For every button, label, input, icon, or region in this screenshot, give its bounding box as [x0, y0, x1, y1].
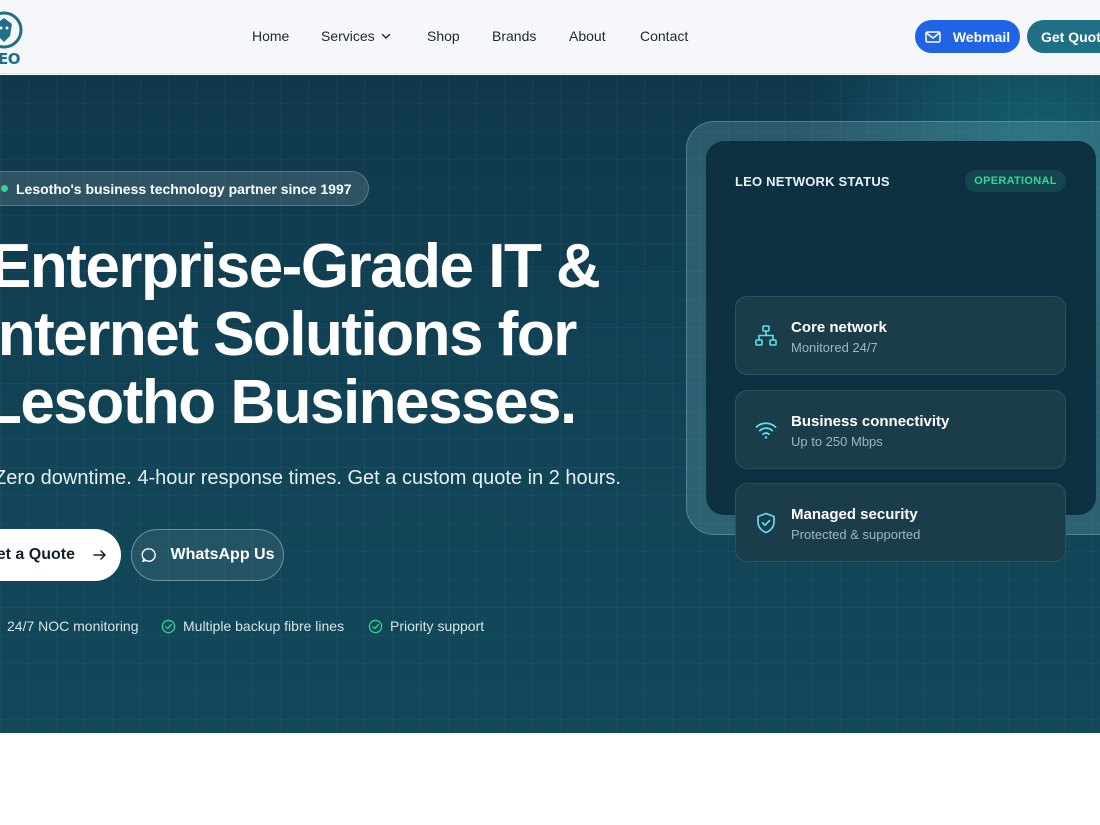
headline-line-2: Internet Solutions for	[0, 300, 577, 369]
row-title: Managed security	[791, 506, 918, 523]
headline-line-1: Enterprise-Grade IT &	[0, 232, 601, 301]
feature-noc-label: 24/7 NOC monitoring	[7, 618, 139, 634]
feature-noc: 24/7 NOC monitoring	[7, 618, 139, 634]
row-title: Business connectivity	[791, 413, 950, 430]
row-subtitle: Up to 250 Mbps	[791, 434, 883, 449]
get-a-quote-button[interactable]: Get a Quote	[0, 529, 121, 581]
feature-backup-fibre: Multiple backup fibre lines	[161, 618, 344, 634]
lion-icon	[0, 11, 23, 49]
mail-icon	[925, 30, 941, 43]
feature-priority-support: Priority support	[368, 618, 484, 634]
tagline-text: Lesotho's business technology partner si…	[16, 180, 352, 197]
nav-brands[interactable]: Brands	[492, 28, 536, 44]
headline-line-3: Lesotho Businesses.	[0, 368, 577, 437]
check-circle-icon	[161, 619, 176, 633]
status-row-business-connectivity: Business connectivity Up to 250 Mbps	[735, 390, 1066, 469]
nav-services[interactable]: Services	[321, 28, 391, 44]
webmail-button[interactable]: Webmail	[915, 20, 1020, 53]
network-icon	[755, 325, 777, 346]
tagline-pill: Lesotho's business technology partner si…	[0, 171, 369, 206]
nav-home-label: Home	[252, 28, 290, 44]
hero-subline: Zero downtime. 4-hour response times. Ge…	[0, 467, 621, 489]
status-badge: OPERATIONAL	[965, 170, 1066, 192]
check-circle-icon	[368, 619, 383, 633]
whatsapp-label: WhatsApp Us	[170, 546, 275, 563]
site-logo[interactable]: EO	[0, 10, 26, 64]
status-row-managed-security: Managed security Protected & supported	[735, 483, 1066, 562]
row-subtitle: Monitored 24/7	[791, 340, 878, 355]
status-row-core-network: Core network Monitored 24/7	[735, 296, 1066, 375]
site-header: EO Home Services Shop Brands About Conta…	[0, 0, 1100, 74]
hero-headline: Enterprise-Grade IT & Internet Solutions…	[0, 233, 670, 437]
nav-about[interactable]: About	[569, 28, 606, 44]
row-subtitle: Protected & supported	[791, 527, 921, 542]
nav-contact[interactable]: Contact	[640, 28, 688, 44]
arrow-right-icon	[93, 550, 106, 560]
feature-priority-support-label: Priority support	[390, 618, 485, 634]
nav-about-label: About	[569, 28, 606, 44]
chat-bubble-icon	[141, 548, 156, 563]
webmail-label: Webmail	[952, 28, 1011, 45]
shield-check-icon	[757, 512, 775, 534]
row-title: Core network	[791, 319, 887, 336]
status-dot-icon	[1, 185, 8, 192]
feature-backup-fibre-label: Multiple backup fibre lines	[183, 618, 345, 634]
nav-contact-label: Contact	[640, 28, 689, 44]
nav-home[interactable]: Home	[252, 28, 289, 44]
nav-shop-label: Shop	[427, 28, 460, 44]
get-a-quote-label: Get a Quote	[0, 546, 75, 563]
chevron-down-icon	[381, 33, 390, 39]
status-card-title: LEO NETWORK STATUS	[735, 174, 890, 189]
nav-shop[interactable]: Shop	[427, 28, 460, 44]
nav-brands-label: Brands	[492, 28, 537, 44]
logo-text: EO	[0, 50, 21, 64]
page-content-below-hero	[0, 733, 1100, 825]
whatsapp-button[interactable]: WhatsApp Us	[131, 529, 284, 581]
header-get-quote-button[interactable]: Get Quote	[1027, 20, 1100, 53]
header-get-quote-label: Get Quote	[1041, 28, 1100, 45]
nav-services-label: Services	[321, 28, 375, 44]
wifi-icon	[755, 422, 777, 439]
